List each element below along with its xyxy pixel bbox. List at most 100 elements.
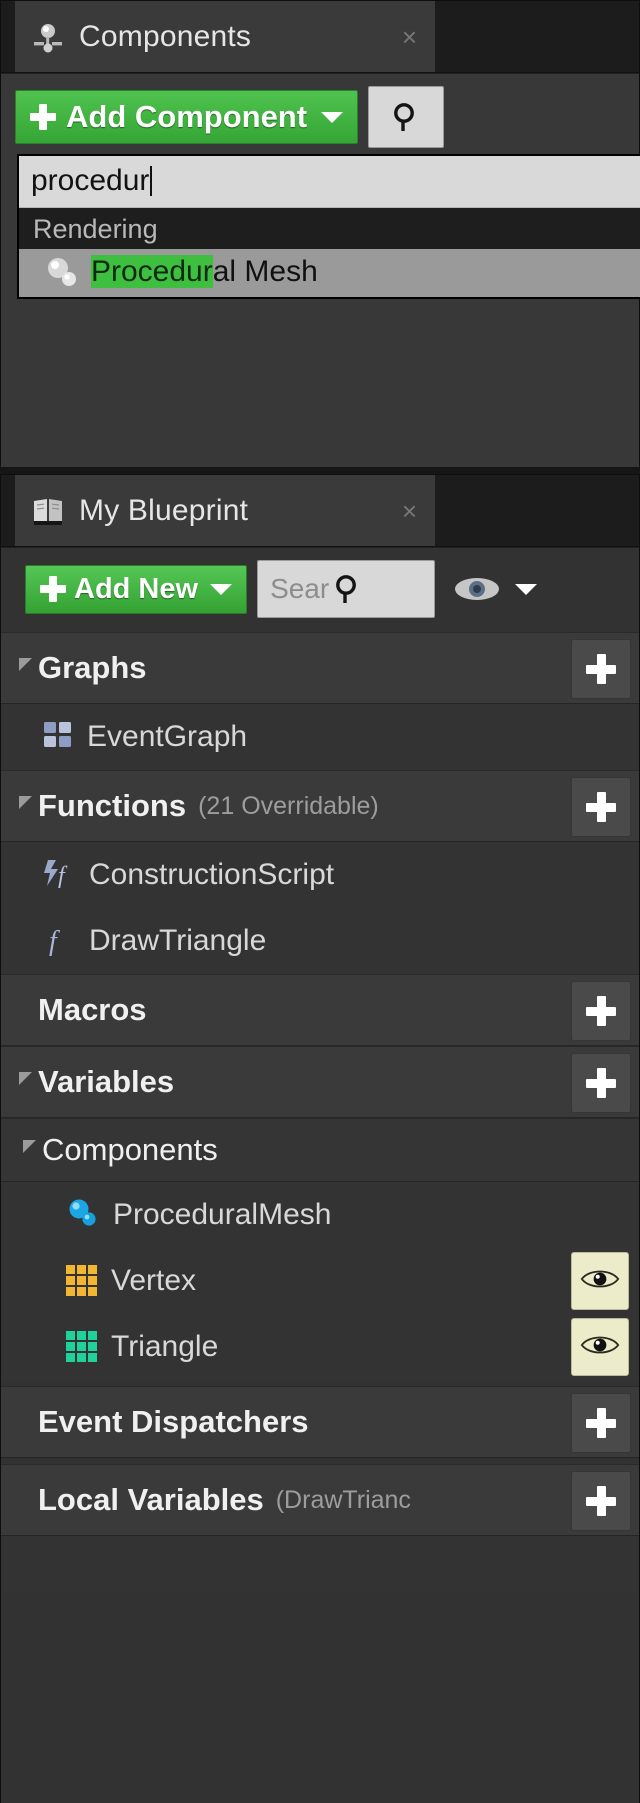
- chevron-down-icon[interactable]: [515, 583, 538, 595]
- plus-icon: [586, 996, 616, 1026]
- add-new-button[interactable]: Add New: [25, 564, 248, 614]
- chevron-down-icon: [210, 583, 233, 595]
- unreal-blueprint-editor: Components × Add Component procedur Rend…: [0, 0, 640, 1803]
- blueprint-book-icon: [31, 494, 65, 528]
- section-macros[interactable]: Macros: [1, 974, 639, 1046]
- add-variable-button[interactable]: [571, 1053, 631, 1113]
- result-category-label: Rendering: [19, 208, 640, 249]
- plus-icon: [586, 1408, 616, 1438]
- list-item-label: DrawTriangle: [89, 924, 267, 957]
- event-graph-icon: [41, 718, 75, 757]
- add-event-dispatcher-button[interactable]: [571, 1393, 631, 1453]
- eye-icon[interactable]: [451, 573, 503, 605]
- my-blueprint-empty-area: [1, 1536, 639, 1592]
- section-event-dispatchers-title: Event Dispatchers: [38, 1404, 309, 1439]
- component-search-input[interactable]: procedur: [19, 156, 640, 208]
- add-function-button[interactable]: [571, 777, 631, 837]
- svg-text:f: f: [49, 926, 60, 956]
- eye-icon: [580, 1266, 620, 1297]
- tab-my-blueprint[interactable]: My Blueprint ×: [15, 475, 435, 546]
- my-blueprint-panel: My Blueprint × Add New Sear Graphs Event…: [0, 474, 640, 1803]
- close-icon[interactable]: ×: [372, 498, 417, 524]
- section-graphs[interactable]: Graphs: [1, 632, 639, 704]
- section-functions[interactable]: Functions (21 Overridable): [1, 770, 639, 842]
- add-local-variable-button[interactable]: [571, 1471, 631, 1531]
- chevron-expanded-icon[interactable]: [19, 1071, 32, 1085]
- list-item[interactable]: EventGraph: [1, 704, 639, 770]
- list-item-label: Triangle: [111, 1330, 219, 1363]
- section-variables[interactable]: Variables: [1, 1046, 639, 1118]
- list-item[interactable]: ProceduralMesh: [1, 1182, 639, 1248]
- text-caret: [150, 165, 153, 196]
- add-graph-button[interactable]: [571, 639, 631, 699]
- search-placeholder: Sear: [270, 573, 330, 604]
- chevron-expanded-icon[interactable]: [19, 657, 32, 671]
- list-item-label: ConstructionScript: [89, 858, 335, 891]
- function-icon: f: [41, 922, 77, 961]
- plus-icon: [40, 576, 66, 602]
- eye-icon: [580, 1332, 620, 1363]
- result-item-name: Procedural Mesh: [91, 255, 318, 289]
- section-variables-title: Variables: [38, 1064, 175, 1099]
- section-local-variables-title: Local Variables: [38, 1482, 264, 1517]
- section-local-variables[interactable]: Local Variables (DrawTrianc: [1, 1464, 639, 1536]
- tab-components-label: Components: [79, 19, 252, 53]
- plus-icon: [586, 654, 616, 684]
- components-toolbar: Add Component: [1, 74, 639, 158]
- components-icon: [31, 20, 65, 54]
- visibility-toggle-button[interactable]: [571, 1318, 629, 1376]
- section-components[interactable]: Components: [1, 1118, 639, 1182]
- svg-text:f: f: [58, 863, 68, 889]
- list-item[interactable]: Procedural Mesh: [19, 249, 640, 297]
- add-macro-button[interactable]: [571, 981, 631, 1041]
- section-functions-title: Functions: [38, 788, 187, 823]
- magnifier-icon: [391, 102, 421, 132]
- visibility-toggle-button[interactable]: [571, 1252, 629, 1310]
- section-functions-subtitle: (21 Overridable): [198, 791, 379, 820]
- section-macros-title: Macros: [38, 992, 147, 1027]
- add-component-button[interactable]: Add Component: [15, 90, 359, 144]
- section-event-dispatchers[interactable]: Event Dispatchers: [1, 1386, 639, 1458]
- my-blueprint-search-input[interactable]: Sear: [257, 560, 436, 618]
- components-panel: Components × Add Component procedur Rend…: [0, 0, 640, 467]
- visibility-options[interactable]: [451, 573, 538, 605]
- list-item[interactable]: f ConstructionScript: [1, 842, 639, 908]
- magnifier-icon: [333, 574, 363, 604]
- my-blueprint-body: Add New Sear Graphs EventGraph Functions…: [1, 547, 639, 1803]
- chevron-down-icon: [321, 111, 344, 123]
- plus-icon: [30, 104, 56, 130]
- list-item[interactable]: Vertex: [1, 1248, 639, 1314]
- chevron-expanded-icon[interactable]: [23, 1139, 36, 1153]
- my-blueprint-tabstrip: My Blueprint ×: [1, 475, 639, 547]
- chevron-expanded-icon[interactable]: [19, 795, 32, 809]
- tab-my-blueprint-label: My Blueprint: [79, 493, 249, 527]
- array-icon: [65, 1264, 99, 1298]
- components-empty-area: [17, 374, 629, 459]
- list-item-label: Vertex: [111, 1264, 197, 1297]
- plus-icon: [586, 792, 616, 822]
- close-icon[interactable]: ×: [372, 24, 417, 50]
- array-icon: [65, 1330, 99, 1364]
- tab-components[interactable]: Components ×: [15, 1, 435, 72]
- list-item[interactable]: f DrawTriangle: [1, 908, 639, 974]
- procedural-mesh-icon: [65, 1196, 101, 1235]
- plus-icon: [586, 1068, 616, 1098]
- section-components-title: Components: [42, 1132, 218, 1167]
- component-search-value: procedur: [31, 163, 150, 197]
- construction-script-icon: f: [41, 856, 77, 895]
- add-new-label: Add New: [74, 572, 199, 605]
- components-tabstrip: Components ×: [1, 1, 639, 73]
- list-item-label: ProceduralMesh: [113, 1198, 332, 1231]
- component-search-button[interactable]: [368, 86, 445, 148]
- result-match-highlight: Procedur: [91, 255, 213, 288]
- component-search-results: procedur Rendering Procedural Mesh: [17, 154, 640, 299]
- procedural-mesh-icon: [43, 255, 79, 289]
- result-rest-text: al Mesh: [212, 255, 318, 288]
- components-panel-body: Add Component procedur Rendering Procedu…: [1, 73, 640, 467]
- list-item[interactable]: Triangle: [1, 1314, 639, 1380]
- section-local-variables-subtitle: (DrawTrianc: [275, 1485, 411, 1514]
- plus-icon: [586, 1486, 616, 1516]
- section-graphs-title: Graphs: [38, 650, 147, 685]
- my-blueprint-toolbar: Add New Sear: [1, 548, 639, 632]
- add-component-label: Add Component: [66, 99, 308, 134]
